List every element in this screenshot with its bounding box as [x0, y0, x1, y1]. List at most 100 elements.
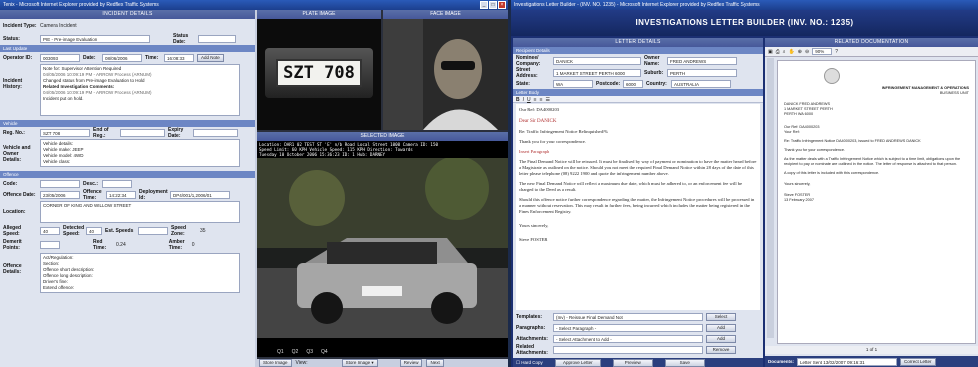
preview-button[interactable]: Preview [612, 358, 653, 367]
offence-details-area[interactable]: Act/Regulation: Section: Offence short d… [40, 253, 240, 293]
state-row: State: WA Postcode: 6000 Country: AUSTRA… [513, 78, 763, 89]
list-icon[interactable]: ☰ [545, 97, 549, 103]
minimize-icon[interactable]: _ [480, 1, 488, 9]
detected-speed-field[interactable]: 40 [86, 227, 102, 235]
store-image-dropdown[interactable]: Store Image ▾ [341, 359, 378, 367]
zoom-out-icon[interactable]: ⊖ [805, 49, 809, 55]
review-button[interactable]: Review [399, 359, 423, 367]
related-attachments-list[interactable] [553, 345, 703, 354]
offence-time-field[interactable]: 14:22:34 [106, 190, 136, 199]
selected-image[interactable] [257, 158, 508, 338]
street-field[interactable]: 1 MARKET STREET PERTH 6000 [553, 68, 641, 77]
nav-q3-button[interactable]: Q3 [306, 349, 313, 355]
code-row: Code: Desc.: [0, 178, 255, 189]
time-field[interactable]: 16:08:33 [164, 53, 194, 62]
save-icon[interactable]: ▣ [768, 49, 773, 55]
remove-attachment-button[interactable]: Remove [706, 345, 736, 354]
street-row: Street Address: 1 MARKET STREET PERTH 60… [513, 67, 763, 79]
selected-image-heading: SELECTED IMAGE [257, 132, 508, 141]
location-area[interactable]: CORNER OF KING AND WILLOW STREET [40, 201, 240, 223]
face-image[interactable] [383, 19, 508, 130]
documents-select[interactable]: Letter Sent 13/02/2007 09:16:31 [797, 357, 898, 366]
history-line: Incident put on hold. [43, 96, 84, 101]
align-left-icon[interactable]: ≡ [534, 97, 537, 103]
date-label: Date: [83, 54, 96, 61]
hand-icon[interactable]: ✋ [789, 49, 795, 55]
italic-icon[interactable]: I [523, 97, 524, 103]
reg-label: Reg. No.: [3, 129, 25, 136]
status-label: Status: [3, 35, 20, 42]
state-select[interactable]: WA [553, 79, 593, 88]
incident-type-row: Incident Type: Camera Incident [0, 19, 255, 32]
end-reg-field[interactable] [120, 128, 165, 137]
maximize-icon[interactable]: □ [489, 1, 497, 9]
company-field[interactable]: DANICK [553, 56, 641, 65]
deployment-field[interactable]: DP4/001/1,2006/01 [170, 190, 230, 199]
crest-icon [824, 68, 840, 84]
suburb-label: Suburb: [644, 69, 664, 76]
country-select[interactable]: AUSTRALIA [671, 79, 731, 88]
approve-letter-button[interactable]: Approve Letter [554, 358, 601, 367]
expiry-field[interactable] [193, 128, 238, 137]
desc-field[interactable] [102, 179, 132, 188]
offence-date-field[interactable]: 23/05/2006 [40, 190, 80, 199]
image-toolbar: Store Image View: Store Image ▾ Review N… [257, 359, 508, 367]
postcode-field[interactable]: 6000 [623, 79, 643, 88]
vehicle-heading: Vehicle [0, 120, 255, 127]
code-field[interactable] [40, 179, 80, 188]
nav-q4-button[interactable]: Q4 [321, 349, 328, 355]
code-label: Code: [3, 180, 18, 187]
operator-field[interactable]: 003093 [40, 53, 80, 62]
save-button[interactable]: Save [664, 358, 705, 367]
letter-body-editor[interactable]: Our Ref: DA4000203 Dear Sir DANICK Re: T… [516, 104, 760, 310]
nav-q1-button[interactable]: Q1 [277, 349, 284, 355]
add-attachment-button[interactable]: Add [706, 334, 736, 343]
correct-letter-button[interactable]: Correct Letter [900, 357, 936, 366]
next-button[interactable]: Next [426, 359, 444, 367]
nav-q2-button[interactable]: Q2 [292, 349, 299, 355]
close-icon[interactable]: × [498, 1, 506, 9]
alleged-speed-field[interactable]: 40 [40, 227, 60, 235]
letter-signature: Steve FOSTER [519, 237, 548, 242]
pdf-toolbar: ▣ ⎙ ⌕ ✋ ⊕ ⊖ 90% ? [765, 47, 978, 57]
store-image-button[interactable]: Store Image [259, 359, 292, 367]
reg-field[interactable]: SZT 708 [40, 128, 90, 137]
search-icon[interactable]: ⌕ [783, 49, 786, 55]
add-paragraph-button[interactable]: Add [706, 323, 736, 332]
demerit-row: Demerit Points: Red Time: 0.24 Amber Tim… [0, 238, 255, 252]
zoom-select[interactable]: 90% [812, 48, 833, 55]
status-select[interactable]: PIE - Pre-image Evaluation [40, 34, 150, 43]
hard-copy-checkbox[interactable]: ☐ Hard Copy [516, 360, 543, 366]
print-icon[interactable]: ⎙ [776, 49, 780, 55]
demerit-field[interactable] [40, 241, 60, 249]
suburb-field[interactable]: PERTH [667, 68, 737, 77]
underline-icon[interactable]: U [527, 97, 531, 103]
date-field[interactable]: 08/06/2006 [102, 53, 142, 62]
add-note-button[interactable]: Add Note [197, 53, 224, 62]
bold-icon[interactable]: B [516, 97, 520, 103]
paragraphs-select[interactable]: - Select Paragraph - [553, 323, 703, 332]
alleged-speed-label: Alleged Speed: [3, 225, 22, 237]
plate-image[interactable]: SZT 708 [265, 48, 373, 98]
incident-window-titlebar[interactable]: Tenix - Microsoft Internet Explorer prov… [0, 0, 508, 10]
speed-zone-label: Speed Zone: [171, 225, 187, 237]
detected-speed-label: Detected Speed: [63, 225, 85, 237]
owner-name-field[interactable]: FRED ANDREWS [667, 56, 737, 65]
letter-window-titlebar[interactable]: Investigations Letter Builder - (INV. NO… [511, 0, 978, 10]
zoom-in-icon[interactable]: ⊕ [798, 49, 802, 55]
speed-row: Alleged Speed: 40 Detected Speed: 40 Est… [0, 224, 255, 238]
help-icon[interactable]: ? [835, 49, 838, 55]
status-date-field[interactable] [198, 34, 236, 43]
editor-toolbar: B I U ≡ ≡ ☰ [513, 96, 763, 103]
time-label: Time: [145, 54, 159, 61]
face-image-panel: FACE IMAGE [383, 10, 508, 130]
est-speed-field[interactable] [138, 227, 168, 235]
pdf-page[interactable]: INFRINGEMENT MANAGEMENT & OPERATIONS BUS… [777, 60, 976, 344]
offence-details-label: Offence Details: [3, 263, 22, 275]
template-select[interactable]: (Inv) - Reissue Final Demand Not [553, 312, 703, 321]
select-template-button[interactable]: Select [706, 312, 736, 321]
align-center-icon[interactable]: ≡ [540, 97, 543, 103]
attachments-select[interactable]: - Select Attachment to Add - [553, 334, 703, 343]
owner-area[interactable]: Vehicle details: Vehicle make: JEEP Vehi… [40, 139, 240, 167]
history-area[interactable]: Note for: Supervisor Attention Required … [40, 64, 240, 116]
